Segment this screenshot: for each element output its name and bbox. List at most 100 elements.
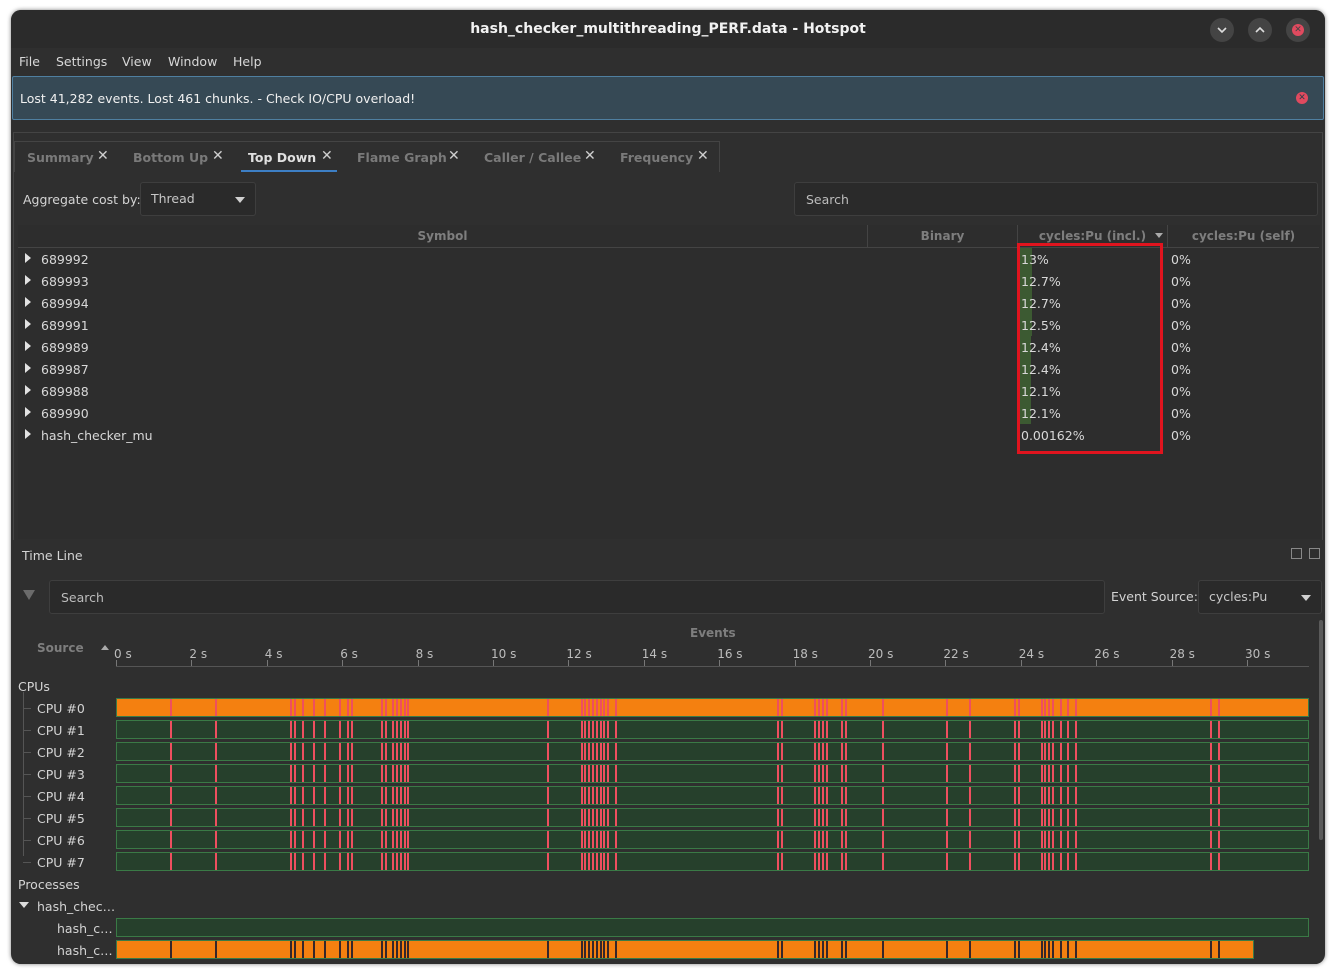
close-tab-top-down-icon[interactable]: ✕ (321, 148, 333, 164)
event-marker (294, 853, 296, 870)
menu-view[interactable]: View (122, 54, 152, 69)
event-marker (392, 941, 394, 958)
cpu-label[interactable]: CPU #5 (37, 811, 85, 826)
event-marker (1067, 765, 1069, 782)
event-marker (385, 721, 387, 738)
event-marker (547, 699, 549, 716)
expand-process-icon[interactable] (19, 902, 29, 908)
event-marker (339, 699, 341, 716)
tab-flame-graph[interactable]: Flame Graph (357, 150, 447, 165)
cpu-lane[interactable] (116, 808, 1309, 827)
cpu-label[interactable]: CPU #4 (37, 789, 85, 804)
float-panel-icon[interactable] (1291, 548, 1302, 559)
event-marker (400, 765, 402, 782)
cpu-lane[interactable] (116, 786, 1309, 805)
timeline-scrollbar[interactable] (1319, 620, 1323, 840)
menu-window[interactable]: Window (168, 54, 217, 69)
search-input[interactable]: Search (794, 182, 1318, 216)
event-marker (603, 853, 605, 870)
self-cost-cell: 0% (1171, 362, 1191, 377)
thread-lane[interactable] (116, 940, 1254, 959)
event-marker (339, 787, 341, 804)
event-marker (588, 743, 590, 760)
event-source-select[interactable]: cycles:Pu (1198, 580, 1322, 614)
timeline-search-input[interactable]: Search (49, 580, 1105, 614)
header-symbol[interactable]: Symbol (18, 225, 868, 248)
close-tab-bottom-up-icon[interactable]: ✕ (212, 148, 224, 164)
event-marker (818, 743, 820, 760)
menu-help[interactable]: Help (233, 54, 262, 69)
expand-arrow-icon[interactable] (25, 341, 31, 351)
cpu-label[interactable]: CPU #7 (37, 855, 85, 870)
expand-arrow-icon[interactable] (25, 297, 31, 307)
event-marker (404, 699, 406, 716)
close-tab-flame-graph-icon[interactable]: ✕ (448, 148, 460, 164)
maximize-button[interactable] (1248, 18, 1272, 42)
tab-frequency[interactable]: Frequency (620, 150, 693, 165)
expand-arrow-icon[interactable] (25, 385, 31, 395)
tab-summary[interactable]: Summary (27, 150, 94, 165)
event-marker (324, 809, 326, 826)
thread-lane[interactable] (116, 918, 1309, 937)
close-tab-frequency-icon[interactable]: ✕ (697, 148, 709, 164)
close-button[interactable]: ✕ (1286, 18, 1310, 42)
event-marker (596, 787, 598, 804)
cpu-lane[interactable] (116, 698, 1309, 717)
menu-settings[interactable]: Settings (56, 54, 107, 69)
event-marker (1052, 831, 1054, 848)
close-tab-caller-callee-icon[interactable]: ✕ (584, 148, 596, 164)
filter-icon[interactable] (23, 590, 35, 600)
close-panel-icon[interactable] (1309, 548, 1320, 559)
thread-label[interactable]: hash_c… (57, 921, 113, 936)
event-marker (969, 809, 971, 826)
cpu-label[interactable]: CPU #6 (37, 833, 85, 848)
cpu-lane[interactable] (116, 830, 1309, 849)
menu-file[interactable]: File (19, 54, 40, 69)
self-cost-cell: 0% (1171, 340, 1191, 355)
thread-label[interactable]: hash_c… (57, 943, 113, 958)
event-marker (1067, 721, 1069, 738)
event-marker (596, 853, 598, 870)
process-label[interactable]: hash_chec… (37, 899, 115, 914)
close-tab-summary-icon[interactable]: ✕ (97, 148, 109, 164)
minimize-button[interactable] (1210, 18, 1234, 42)
event-marker (294, 941, 296, 958)
event-marker (1014, 721, 1016, 738)
tab-top-down[interactable]: Top Down (248, 150, 316, 165)
event-marker (777, 853, 779, 870)
event-marker (1052, 787, 1054, 804)
cpu-lane[interactable] (116, 764, 1309, 783)
event-marker (826, 787, 828, 804)
header-self[interactable]: cycles:Pu (self) (1168, 225, 1319, 248)
cpu-label[interactable]: CPU #3 (37, 767, 85, 782)
expand-arrow-icon[interactable] (25, 319, 31, 329)
cpu-lane[interactable] (116, 720, 1309, 739)
cpu-lane[interactable] (116, 742, 1309, 761)
event-marker (1060, 831, 1062, 848)
event-marker (826, 941, 828, 958)
header-binary[interactable]: Binary (868, 225, 1018, 248)
dismiss-message-icon[interactable]: ✕ (1296, 92, 1308, 104)
cpu-label[interactable]: CPU #0 (37, 701, 85, 716)
cpu-label[interactable]: CPU #2 (37, 745, 85, 760)
title-bar[interactable]: hash_checker_multithreading_PERF.data - … (11, 10, 1325, 48)
event-marker (400, 721, 402, 738)
event-marker (777, 941, 779, 958)
cpu-label[interactable]: CPU #1 (37, 723, 85, 738)
expand-arrow-icon[interactable] (25, 429, 31, 439)
event-marker (592, 765, 594, 782)
cpu-lane[interactable] (116, 852, 1309, 871)
event-marker (1048, 721, 1050, 738)
source-header[interactable]: Source (37, 641, 109, 655)
aggregate-select[interactable]: Thread (140, 182, 256, 216)
event-marker (170, 853, 172, 870)
tab-bottom-up[interactable]: Bottom Up (133, 150, 208, 165)
tab-caller-callee[interactable]: Caller / Callee (484, 150, 581, 165)
time-axis-line (116, 666, 1309, 667)
expand-arrow-icon[interactable] (25, 407, 31, 417)
expand-arrow-icon[interactable] (25, 275, 31, 285)
expand-arrow-icon[interactable] (25, 253, 31, 263)
event-marker (396, 809, 398, 826)
event-marker (385, 809, 387, 826)
expand-arrow-icon[interactable] (25, 363, 31, 373)
